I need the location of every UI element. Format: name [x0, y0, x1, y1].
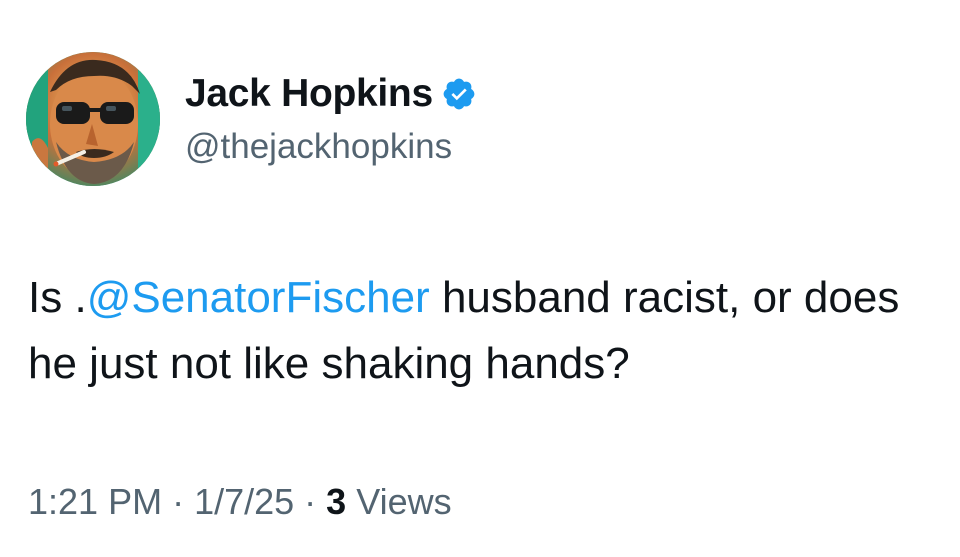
views-label[interactable]: Views [346, 481, 451, 522]
meta-separator: · [162, 481, 195, 522]
views-count[interactable]: 3 [326, 481, 346, 522]
tweet-text-prefix: Is . [28, 273, 87, 322]
name-row: Jack Hopkins [185, 70, 477, 118]
display-name[interactable]: Jack Hopkins [185, 70, 433, 118]
tweet-text: Is .@SenatorFischer husband racist, or d… [28, 265, 928, 397]
avatar-image [26, 52, 160, 186]
tweet-meta: 1:21 PM · 1/7/25 · 3 Views [28, 478, 452, 526]
author-info: Jack Hopkins @thejackhopkins [185, 70, 477, 170]
tweet-date[interactable]: 1/7/25 [194, 481, 294, 522]
meta-separator: · [294, 481, 327, 522]
avatar[interactable] [26, 52, 160, 186]
mention-link[interactable]: @SenatorFischer [87, 273, 430, 322]
verified-badge-icon[interactable] [441, 76, 477, 112]
user-handle[interactable]: @thejackhopkins [185, 124, 477, 170]
tweet-time[interactable]: 1:21 PM [28, 481, 162, 522]
